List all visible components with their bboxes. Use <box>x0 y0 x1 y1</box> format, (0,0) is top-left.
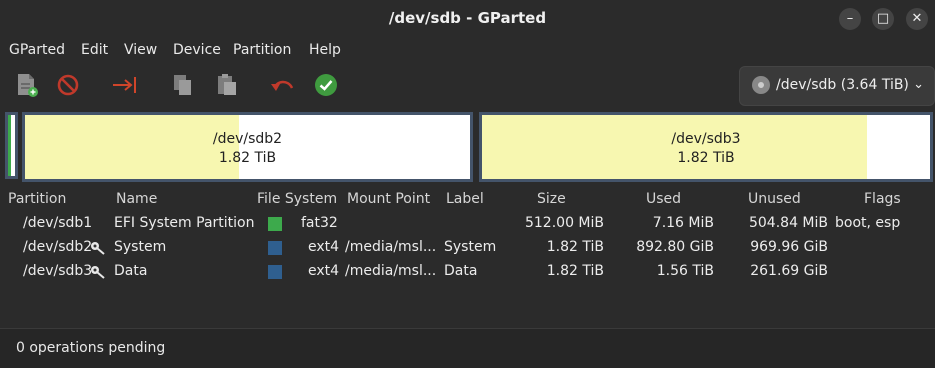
col-header-used[interactable]: Used <box>646 191 681 207</box>
cell-partition: /dev/sdb2 <box>23 239 93 255</box>
col-header-name[interactable]: Name <box>116 191 157 207</box>
cell-unused: 504.84 MiB <box>748 215 828 231</box>
partition-block-sdb3[interactable]: /dev/sdb3 1.82 TiB <box>479 112 933 182</box>
apply-button[interactable] <box>313 72 339 98</box>
partition-block-sdb2[interactable]: /dev/sdb2 1.82 TiB <box>22 112 473 182</box>
menu-device[interactable]: Device <box>173 42 221 58</box>
filesystem-color-swatch <box>268 217 282 231</box>
partition-block-sdb1[interactable] <box>5 112 18 179</box>
maximize-button[interactable]: □ <box>872 8 894 30</box>
resize-move-button[interactable] <box>111 72 137 98</box>
cell-used: 7.16 MiB <box>652 215 714 231</box>
new-partition-button[interactable] <box>14 72 40 98</box>
status-bar: 0 operations pending <box>0 328 935 368</box>
menu-gparted[interactable]: GParted <box>9 42 65 58</box>
gparted-window: /dev/sdb - GParted – □ ✕ GParted Edit Vi… <box>0 0 935 368</box>
cell-label: Data <box>444 263 478 279</box>
partition-block-name: /dev/sdb3 <box>671 131 741 147</box>
mounted-key-icon <box>91 242 105 255</box>
copy-icon <box>174 75 191 95</box>
cell-size: 512.00 MiB <box>524 215 604 231</box>
partition-block-name: /dev/sdb2 <box>212 131 283 147</box>
menubar: GParted Edit View Device Partition Help <box>0 37 935 62</box>
mounted-key-icon <box>91 266 105 279</box>
partition-table: Partition Name File System Mount Point L… <box>0 188 935 328</box>
cell-filesystem: ext4 <box>308 263 340 279</box>
cell-used: 1.56 TiB <box>656 263 714 279</box>
table-row[interactable]: /dev/sdb1 EFI System Partition fat32 512… <box>0 212 935 236</box>
new-partition-icon <box>18 74 38 97</box>
col-header-label[interactable]: Label <box>446 191 484 207</box>
chevron-down-icon: ⌄ <box>913 77 924 92</box>
cell-label: System <box>444 239 497 255</box>
menu-view[interactable]: View <box>124 42 157 58</box>
window-title: /dev/sdb - GParted <box>388 9 547 27</box>
menu-edit[interactable]: Edit <box>81 42 108 58</box>
apply-icon <box>315 74 337 96</box>
cell-mountpoint: /media/msl... <box>345 239 437 255</box>
col-header-size[interactable]: Size <box>537 191 566 207</box>
cell-filesystem: ext4 <box>308 239 340 255</box>
col-header-mountpoint[interactable]: Mount Point <box>347 191 430 207</box>
status-text: 0 operations pending <box>16 340 166 356</box>
filesystem-color-swatch <box>268 265 282 279</box>
menu-partition[interactable]: Partition <box>233 42 291 58</box>
resize-move-icon <box>113 77 136 93</box>
table-row[interactable]: /dev/sdb3 Data ext4 /media/msl... Data 1… <box>0 260 935 284</box>
titlebar: /dev/sdb - GParted – □ ✕ <box>0 0 935 37</box>
close-button[interactable]: ✕ <box>906 8 928 30</box>
device-selector[interactable]: /dev/sdb (3.64 TiB) ⌄ <box>739 66 935 106</box>
cell-flags: boot, esp <box>835 215 901 231</box>
cell-filesystem: fat32 <box>301 215 338 231</box>
table-row[interactable]: /dev/sdb2 System ext4 /media/msl... Syst… <box>0 236 935 260</box>
col-header-flags[interactable]: Flags <box>864 191 901 207</box>
device-label: /dev/sdb (3.64 TiB) <box>776 77 909 93</box>
minimize-button[interactable]: – <box>839 8 861 30</box>
cell-name: EFI System Partition <box>114 215 255 231</box>
cell-used: 892.80 GiB <box>636 239 714 255</box>
undo-button[interactable] <box>269 72 295 98</box>
cell-mountpoint: /media/msl... <box>345 263 437 279</box>
disk-icon <box>752 76 770 94</box>
cell-name: Data <box>114 263 148 279</box>
paste-button[interactable] <box>214 72 240 98</box>
col-header-partition[interactable]: Partition <box>8 191 66 207</box>
undo-icon <box>271 80 294 91</box>
partition-block-size: 1.82 TiB <box>677 150 735 166</box>
delete-button[interactable] <box>55 72 81 98</box>
menu-help[interactable]: Help <box>309 42 341 58</box>
paste-icon <box>218 74 236 95</box>
cell-partition: /dev/sdb1 <box>23 215 93 231</box>
partition-block-size: 1.82 TiB <box>218 150 277 166</box>
copy-button[interactable] <box>170 72 196 98</box>
cell-size: 1.82 TiB <box>546 263 604 279</box>
cell-partition: /dev/sdb3 <box>23 263 93 279</box>
col-header-filesystem[interactable]: File System <box>257 191 337 207</box>
filesystem-color-swatch <box>268 241 282 255</box>
cell-unused: 261.69 GiB <box>750 263 828 279</box>
delete-icon <box>57 74 79 96</box>
cell-name: System <box>114 239 167 255</box>
col-header-unused[interactable]: Unused <box>748 191 801 207</box>
cell-size: 1.82 TiB <box>546 239 604 255</box>
cell-unused: 969.96 GiB <box>750 239 828 255</box>
